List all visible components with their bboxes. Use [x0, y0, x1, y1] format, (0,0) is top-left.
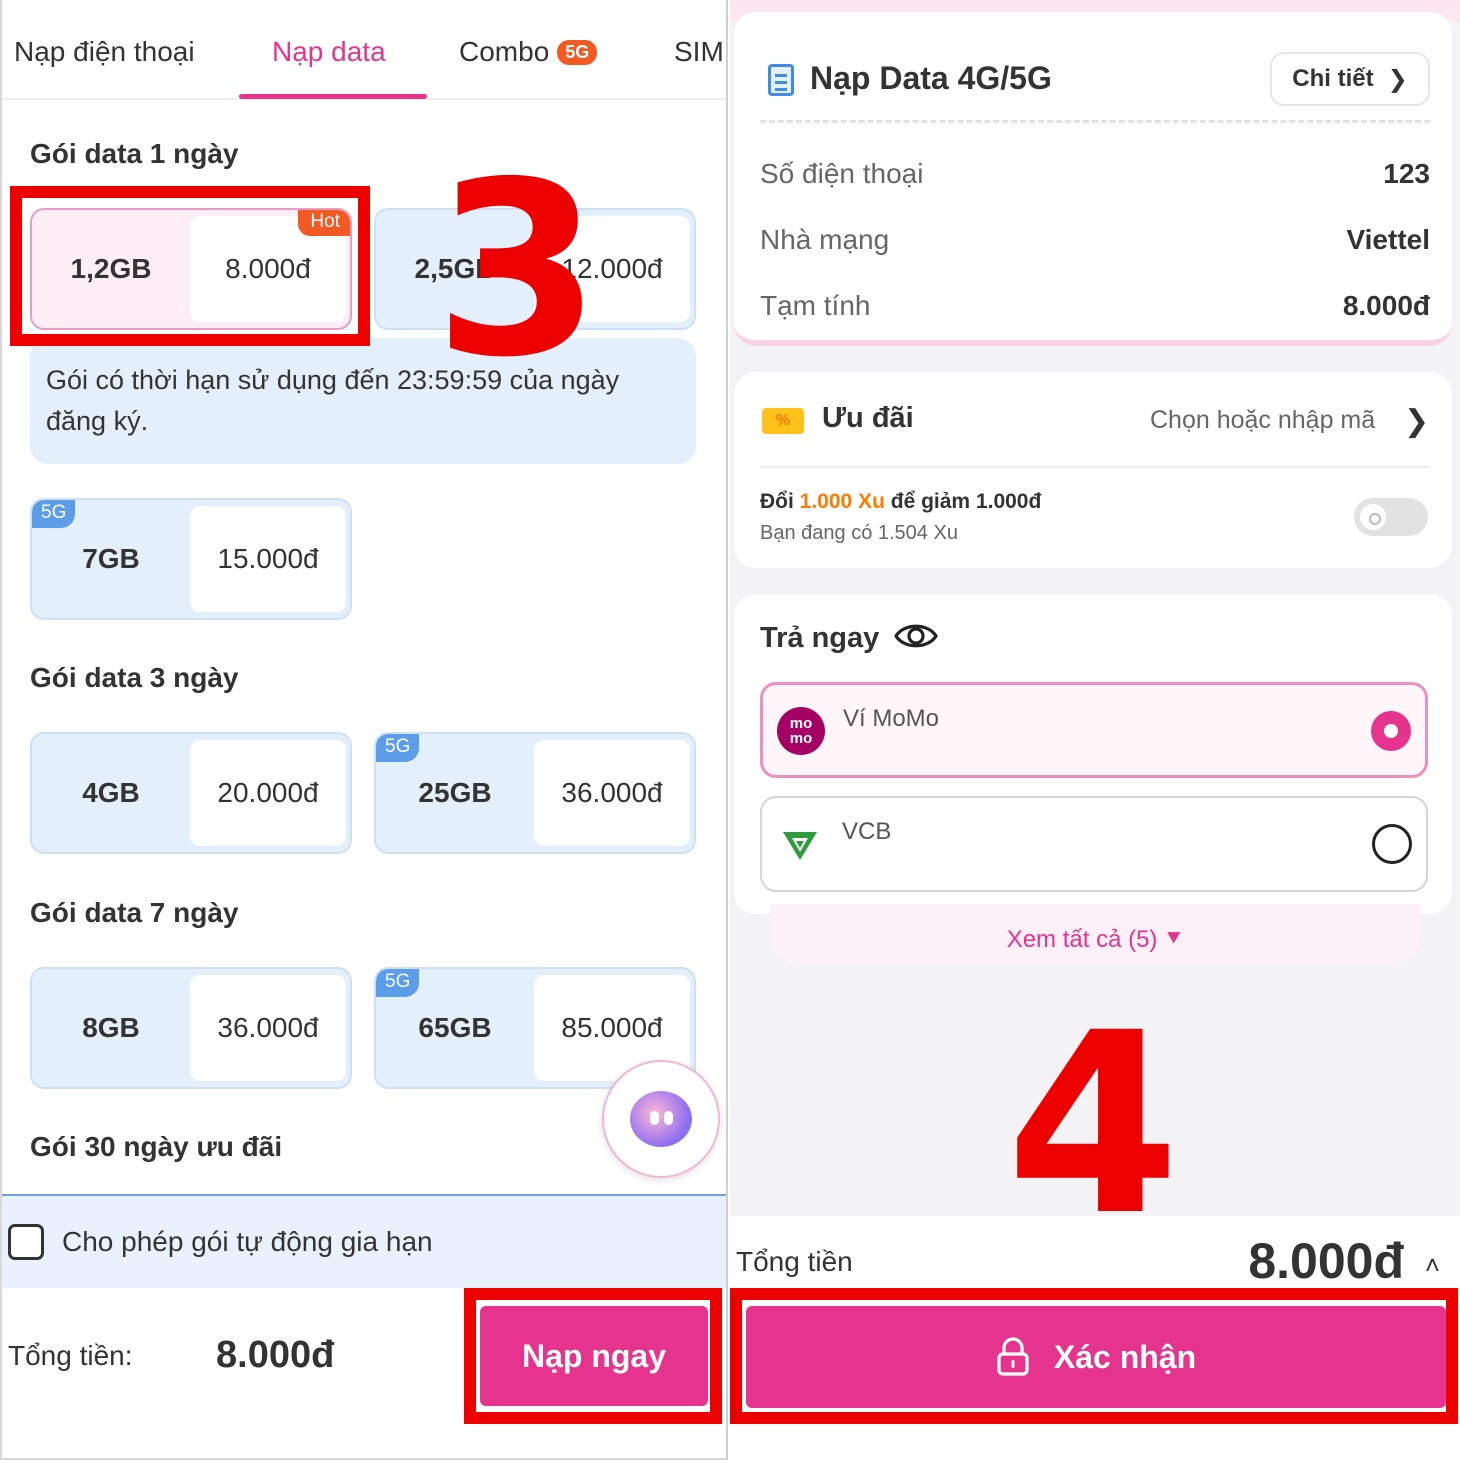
annotation-step-4: 4 [1006, 979, 1180, 1270]
total-label: Tổng tiền [736, 1246, 853, 1277]
auto-renew-row[interactable]: Cho phép gói tự động gia hạn [2, 1194, 726, 1288]
tab-combo-label: Combo [459, 36, 550, 67]
package-data: 4GB [82, 777, 140, 808]
detail-button[interactable]: Chi tiết ❯ [1270, 52, 1430, 106]
see-all-label: Xem tất cả (5) [1006, 926, 1158, 953]
chevron-right-icon[interactable]: ❯ [1404, 404, 1429, 439]
package-price: 36.000đ [534, 740, 690, 846]
right-screen: Nạp Data 4G/5G Chi tiết ❯ Số điện thoại … [730, 0, 1460, 1460]
total-label: Tổng tiền: [8, 1340, 133, 1371]
package-25gb[interactable]: 25GB 36.000đ 5G [374, 732, 696, 854]
xu-toggle[interactable] [1354, 498, 1428, 536]
total-value: 8.000đ [1248, 1233, 1404, 1289]
auto-renew-label: Cho phép gói tự động gia hạn [62, 1226, 433, 1257]
info-value: 8.000đ [1342, 290, 1430, 321]
tab-nap-dien-thoai[interactable]: Nạp điện thoại [14, 36, 195, 68]
payment-radio-selected[interactable] [1371, 711, 1411, 751]
receipt-icon [768, 64, 794, 96]
lock-icon [997, 1337, 1029, 1376]
order-title: Nạp Data 4G/5G [810, 60, 1052, 96]
tab-sim[interactable]: SIM [674, 36, 724, 68]
xu-redeem-text: Đổi 1.000 Xu để giảm 1.000đ [760, 490, 1041, 514]
payment-name: Ví MoMo [843, 705, 940, 732]
xu-balance: Bạn đang có 1.504 Xu [760, 522, 958, 544]
package-price: 36.000đ [190, 975, 346, 1081]
tab-combo[interactable]: Combo 5G [459, 36, 598, 68]
payment-radio[interactable] [1372, 824, 1412, 864]
package-8gb[interactable]: 8GB 36.000đ [30, 967, 352, 1089]
5g-badge: 5G [376, 734, 420, 762]
checkout-bar: Tổng tiền 8.000đ ˄ Xác nhận [730, 1216, 1460, 1460]
nap-ngay-button[interactable]: Nạp ngay [480, 1306, 708, 1406]
chevron-up-icon[interactable]: ˄ [1425, 1250, 1440, 1281]
chevron-right-icon: ❯ [1387, 65, 1408, 93]
momo-logo: mo mo [777, 707, 825, 755]
5g-badge: 5G [376, 969, 420, 997]
info-key: Tạm tính [760, 290, 871, 321]
tab-combo-5g-badge: 5G [557, 40, 598, 65]
package-4gb[interactable]: 4GB 20.000đ [30, 732, 352, 854]
info-key: Số điện thoại [760, 158, 924, 189]
total-value: 8.000đ [216, 1334, 335, 1376]
promo-code-picker[interactable]: Chọn hoặc nhập mã [1150, 406, 1375, 435]
eye-icon[interactable] [894, 620, 938, 652]
see-all-payment-link[interactable]: Xem tất cả (5) ⯆ [770, 926, 1420, 954]
payment-card: Trả ngay mo mo Ví MoMo VCB [734, 594, 1452, 914]
package-data: 1,2GB [70, 253, 152, 284]
package-price: 20.000đ [190, 740, 346, 846]
payment-title: Trả ngay [760, 622, 880, 654]
promo-card: % Ưu đãi Chọn hoặc nhập mã ❯ Đổi 1.000 X… [734, 372, 1452, 568]
hot-badge: Hot [298, 210, 350, 236]
dashed-divider [760, 120, 1430, 123]
xu-suffix: để giảm 1.000đ [884, 490, 1042, 513]
divider [760, 466, 1430, 468]
see-all-wrapper: Xem tất cả (5) ⯆ [770, 904, 1420, 964]
payment-name: VCB [842, 818, 892, 845]
tab-nap-data[interactable]: Nạp data [272, 36, 386, 68]
xu-prefix: Đổi [760, 490, 800, 513]
active-tab-indicator [239, 94, 427, 99]
chatbot-icon[interactable] [602, 1060, 720, 1178]
xu-amount: 1.000 Xu [799, 490, 885, 513]
5g-badge: 5G [32, 500, 76, 528]
section-title-7-day: Gói data 7 ngày [30, 897, 239, 928]
promo-title: Ưu đãi [822, 402, 914, 434]
order-card: Nạp Data 4G/5G Chi tiết ❯ Số điện thoại … [734, 12, 1452, 346]
section-title-30-day: Gói 30 ngày ưu đãi [30, 1131, 283, 1162]
confirm-button[interactable]: Xác nhận [746, 1306, 1446, 1408]
auto-renew-checkbox[interactable] [8, 1224, 44, 1260]
info-value: Viettel [1346, 224, 1430, 255]
package-price: 15.000đ [190, 506, 346, 612]
coupon-icon: % [762, 408, 804, 434]
info-key: Nhà mạng [760, 224, 890, 255]
payment-option-momo[interactable]: mo mo Ví MoMo [760, 682, 1428, 778]
package-7gb[interactable]: 7GB 15.000đ 5G [30, 498, 352, 620]
info-value: 123 [1383, 158, 1430, 189]
tab-bar: Nạp điện thoại Nạp data Combo 5G SIM [2, 0, 726, 100]
confirm-button-label: Xác nhận [1053, 1338, 1197, 1375]
vcb-logo [783, 832, 817, 860]
package-data: 8GB [82, 1012, 140, 1043]
left-screen: Nạp điện thoại Nạp data Combo 5G SIM Gói … [0, 0, 728, 1460]
payment-option-vcb[interactable]: VCB [760, 796, 1428, 892]
double-chevron-down-icon: ⯆ [1164, 926, 1184, 953]
package-1-2gb[interactable]: 1,2GB 8.000đ Hot [30, 208, 352, 330]
section-title-1-day: Gói data 1 ngày [30, 138, 239, 169]
section-title-3-day: Gói data 3 ngày [30, 662, 239, 693]
annotation-step-3: 3 [434, 130, 601, 410]
detail-button-label: Chi tiết [1292, 65, 1374, 92]
